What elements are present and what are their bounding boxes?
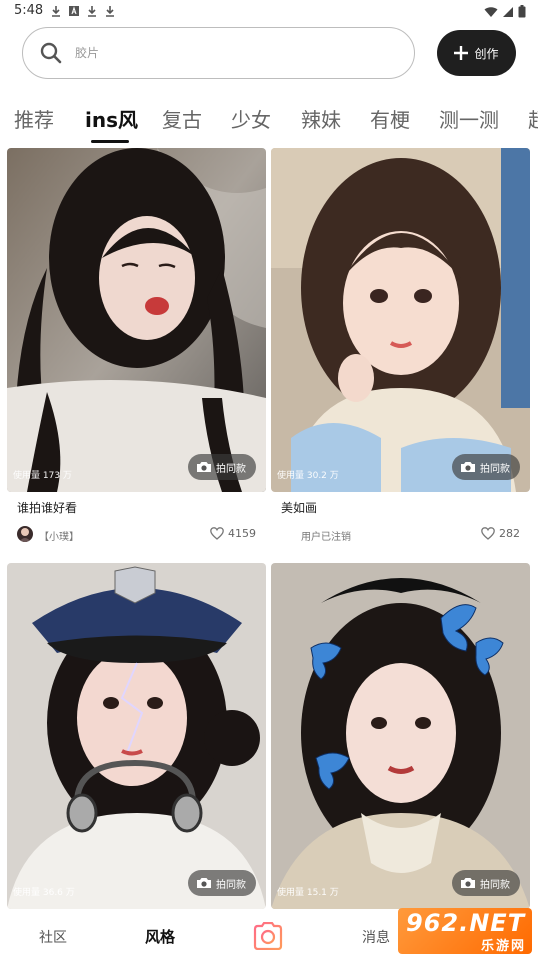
- shoot-same-label: 拍同款: [480, 463, 510, 475]
- shoot-same-button[interactable]: 拍同款: [452, 454, 520, 480]
- card-image[interactable]: 使用量 36.6 万 拍同款: [7, 563, 266, 909]
- camera-tab-icon[interactable]: [252, 922, 284, 950]
- style-card[interactable]: 使用量 30.2 万 拍同款 美如画 用户已注销 282: [271, 148, 530, 548]
- active-tab-indicator: [91, 140, 129, 143]
- portrait-photo: [271, 563, 530, 909]
- search-input[interactable]: [75, 38, 395, 68]
- tab-girl[interactable]: 少女: [231, 104, 271, 133]
- like-number: 282: [499, 527, 520, 540]
- tab-super[interactable]: 超: [528, 104, 538, 133]
- camera-icon: [197, 878, 211, 888]
- nav-community[interactable]: 社区: [39, 927, 67, 947]
- wifi-icon: [484, 6, 498, 17]
- usage-count: 使用量 173 万: [13, 471, 72, 481]
- usage-count: 使用量 15.1 万: [277, 888, 339, 898]
- card-image[interactable]: 使用量 173 万 拍同款: [7, 148, 266, 492]
- like-count[interactable]: 282: [481, 527, 520, 540]
- category-tabs: 推荐 ins风 复古 少女 辣妹 有梗 测一测 超: [0, 96, 538, 146]
- system-icons: [484, 5, 526, 18]
- card-meta: 【小璞】 4159: [17, 525, 256, 545]
- heart-icon[interactable]: [210, 527, 224, 540]
- status-time: 5:48: [14, 3, 44, 18]
- tab-hot-girl[interactable]: 辣妹: [301, 104, 341, 133]
- create-button-label: 创作: [474, 46, 499, 61]
- card-title: 谁拍谁好看: [17, 501, 78, 515]
- nav-style[interactable]: 风格: [145, 926, 175, 947]
- camera-icon: [461, 878, 475, 888]
- create-button[interactable]: 创作: [437, 30, 516, 76]
- search-bar[interactable]: [22, 27, 415, 79]
- author-name[interactable]: 【小璞】: [39, 528, 79, 543]
- card-image[interactable]: 使用量 15.1 万 拍同款: [271, 563, 530, 909]
- card-title: 美如画: [281, 501, 318, 515]
- watermark-subtext: 乐游网: [480, 939, 526, 954]
- like-count[interactable]: 4159: [210, 527, 256, 540]
- camera-icon: [461, 462, 475, 472]
- search-icon[interactable]: [39, 41, 63, 65]
- card-meta: 用户已注销 282: [281, 525, 520, 545]
- usage-count: 使用量 36.6 万: [13, 888, 75, 898]
- tab-ins[interactable]: ins风: [85, 104, 138, 133]
- watermark-text: 962.NET: [406, 909, 526, 937]
- download-icon: [88, 6, 96, 17]
- portrait-photo: [271, 148, 530, 492]
- signal-icon: [503, 6, 513, 17]
- tab-test[interactable]: 测一测: [439, 104, 499, 133]
- style-card[interactable]: 使用量 36.6 万 拍同款: [7, 563, 266, 909]
- status-bar: 5:48: [0, 0, 538, 24]
- tab-recommend[interactable]: 推荐: [14, 104, 54, 133]
- author-name[interactable]: 用户已注销: [301, 528, 351, 543]
- shoot-same-button[interactable]: 拍同款: [188, 870, 256, 896]
- heart-icon[interactable]: [481, 527, 495, 540]
- plus-icon: [454, 46, 469, 60]
- avatar[interactable]: [17, 526, 33, 542]
- like-number: 4159: [228, 527, 256, 540]
- usage-count: 使用量 30.2 万: [277, 471, 339, 481]
- shoot-same-button[interactable]: 拍同款: [452, 870, 520, 896]
- site-watermark: 962.NET 乐游网: [398, 908, 532, 954]
- card-image[interactable]: 使用量 30.2 万 拍同款: [271, 148, 530, 492]
- a-box-icon: [69, 6, 79, 16]
- shoot-same-label: 拍同款: [216, 463, 246, 475]
- shoot-same-button[interactable]: 拍同款: [188, 454, 256, 480]
- nav-messages[interactable]: 消息: [362, 927, 390, 947]
- portrait-photo: [7, 148, 266, 492]
- shoot-same-label: 拍同款: [216, 879, 246, 891]
- battery-icon: [518, 5, 526, 18]
- download-icon: [52, 6, 60, 17]
- tab-meme[interactable]: 有梗: [370, 104, 410, 133]
- tab-retro[interactable]: 复古: [162, 104, 202, 133]
- notification-icons: [50, 5, 116, 17]
- portrait-photo: [7, 563, 266, 909]
- style-card[interactable]: 使用量 15.1 万 拍同款: [271, 563, 530, 909]
- camera-icon: [197, 462, 211, 472]
- download-icon: [106, 6, 114, 17]
- style-card[interactable]: 使用量 173 万 拍同款 谁拍谁好看 【小璞】 4159: [7, 148, 266, 548]
- shoot-same-label: 拍同款: [480, 879, 510, 891]
